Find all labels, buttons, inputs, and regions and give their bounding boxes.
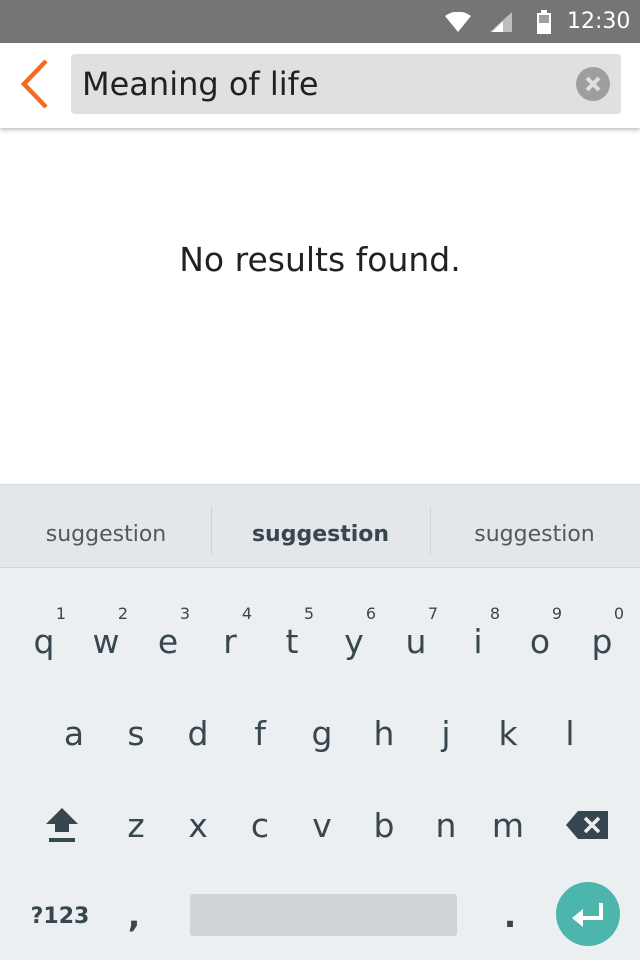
key-c[interactable]: c bbox=[228, 784, 292, 864]
key-d[interactable]: d bbox=[166, 692, 230, 772]
suggestion-right[interactable]: suggestion bbox=[429, 485, 640, 569]
backspace-key[interactable] bbox=[558, 784, 618, 864]
key-f[interactable]: f bbox=[228, 692, 292, 772]
key-e[interactable]: 3e bbox=[136, 600, 200, 680]
search-input[interactable] bbox=[71, 54, 571, 114]
key-a[interactable]: a bbox=[42, 692, 106, 772]
key-o[interactable]: 9o bbox=[508, 600, 572, 680]
key-k[interactable]: k bbox=[476, 692, 540, 772]
backspace-icon bbox=[566, 811, 608, 839]
key-v[interactable]: v bbox=[290, 784, 354, 864]
enter-icon bbox=[572, 903, 603, 927]
comma-key[interactable]: , bbox=[104, 886, 164, 946]
no-results-message: No results found. bbox=[179, 240, 461, 279]
key-t[interactable]: 5t bbox=[260, 600, 324, 680]
key-x[interactable]: x bbox=[166, 784, 230, 864]
key-u[interactable]: 7u bbox=[384, 600, 448, 680]
key-s[interactable]: s bbox=[104, 692, 168, 772]
key-l[interactable]: l bbox=[538, 692, 602, 772]
key-z[interactable]: z bbox=[104, 784, 168, 864]
key-j[interactable]: j bbox=[414, 692, 478, 772]
enter-button[interactable] bbox=[556, 882, 620, 946]
shift-key[interactable] bbox=[28, 784, 96, 864]
signal-icon bbox=[490, 12, 512, 32]
key-g[interactable]: g bbox=[290, 692, 354, 772]
clear-icon bbox=[576, 67, 610, 101]
key-h[interactable]: h bbox=[352, 692, 416, 772]
suggestion-left[interactable]: suggestion bbox=[0, 485, 212, 569]
suggestion-center[interactable]: suggestion bbox=[212, 485, 429, 569]
key-m[interactable]: m bbox=[476, 784, 540, 864]
key-i[interactable]: 8i bbox=[446, 600, 510, 680]
spacebar[interactable] bbox=[190, 894, 457, 936]
suggestion-bar: suggestion suggestion suggestion bbox=[0, 484, 640, 568]
soft-keyboard: suggestion suggestion suggestion 1q 2w 3… bbox=[0, 484, 640, 960]
key-w[interactable]: 2w bbox=[74, 600, 138, 680]
back-arrow-icon bbox=[20, 59, 48, 109]
back-button[interactable] bbox=[14, 55, 58, 113]
search-app-bar bbox=[0, 43, 640, 128]
key-n[interactable]: n bbox=[414, 784, 478, 864]
wifi-icon bbox=[445, 12, 471, 32]
status-bar: 12:30 bbox=[0, 0, 640, 43]
key-q[interactable]: 1q bbox=[12, 600, 76, 680]
shift-icon bbox=[46, 808, 78, 842]
key-p[interactable]: 0p bbox=[570, 600, 634, 680]
key-r[interactable]: 4r bbox=[198, 600, 262, 680]
key-b[interactable]: b bbox=[352, 784, 416, 864]
battery-icon bbox=[537, 10, 551, 34]
key-y[interactable]: 6y bbox=[322, 600, 386, 680]
status-time: 12:30 bbox=[567, 9, 631, 34]
clear-search-button[interactable] bbox=[576, 67, 610, 101]
symbols-key[interactable]: ?123 bbox=[20, 894, 100, 940]
search-box bbox=[71, 54, 621, 114]
period-key[interactable]: . bbox=[480, 886, 540, 946]
